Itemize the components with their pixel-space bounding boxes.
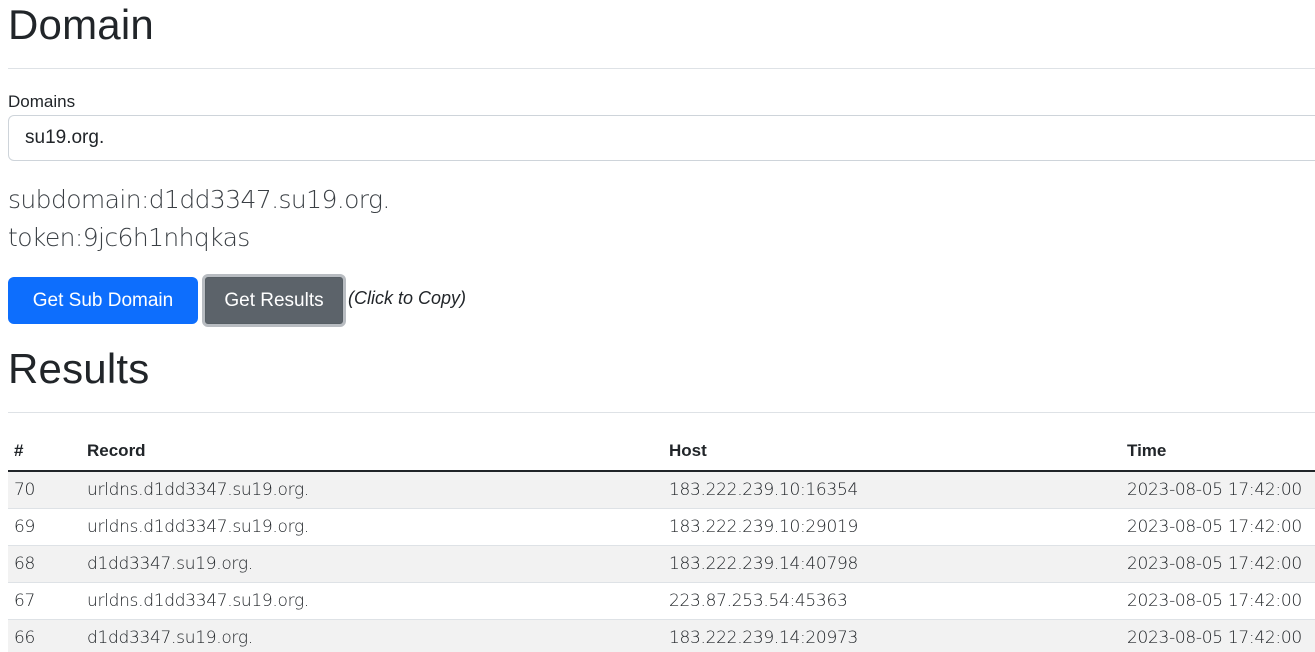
get-results-button[interactable]: Get Results xyxy=(202,274,346,327)
table-row: 66 d1dd3347.su19.org. 183.222.239.14:209… xyxy=(8,619,1315,652)
column-header-time: Time xyxy=(1121,432,1315,472)
table-row: 69 urldns.d1dd3347.su19.org. 183.222.239… xyxy=(8,508,1315,546)
cell-host: 223.87.253.54:45363 xyxy=(663,582,1121,620)
subdomain-text[interactable]: subdomain:d1dd3347.su19.org. xyxy=(8,185,390,215)
cell-host: 183.222.239.14:20973 xyxy=(663,619,1121,652)
divider xyxy=(8,68,1315,69)
click-to-copy-note: (Click to Copy) xyxy=(348,288,467,308)
cell-host: 183.222.239.10:29019 xyxy=(663,508,1121,546)
cell-time: 2023-08-05 17:42:00 xyxy=(1121,508,1315,546)
column-header-host: Host xyxy=(663,432,1121,472)
column-header-record: Record xyxy=(81,432,663,472)
cell-host: 183.222.239.14:40798 xyxy=(663,545,1121,583)
table-row: 70 urldns.d1dd3347.su19.org. 183.222.239… xyxy=(8,471,1315,509)
cell-time: 2023-08-05 17:42:00 xyxy=(1121,545,1315,583)
domains-label: Domains xyxy=(8,92,76,111)
cell-time: 2023-08-05 17:42:00 xyxy=(1121,582,1315,620)
cell-num: 66 xyxy=(8,619,81,652)
domain-title: Domain xyxy=(8,1,154,48)
domains-input[interactable] xyxy=(8,115,1315,161)
column-header-num: # xyxy=(8,432,81,472)
results-table: # Record Host Time 70 urldns.d1dd3347.su… xyxy=(8,432,1315,652)
get-sub-domain-button[interactable]: Get Sub Domain xyxy=(8,277,198,324)
cell-record: urldns.d1dd3347.su19.org. xyxy=(81,508,663,546)
token-text[interactable]: token:9jc6h1nhqkas xyxy=(8,223,250,253)
cell-time: 2023-08-05 17:42:00 xyxy=(1121,619,1315,652)
cell-time: 2023-08-05 17:42:00 xyxy=(1121,471,1315,509)
cell-record: d1dd3347.su19.org. xyxy=(81,619,663,652)
table-row: 68 d1dd3347.su19.org. 183.222.239.14:407… xyxy=(8,545,1315,583)
table-row: 67 urldns.d1dd3347.su19.org. 223.87.253.… xyxy=(8,582,1315,620)
cell-record: urldns.d1dd3347.su19.org. xyxy=(81,582,663,620)
cell-num: 68 xyxy=(8,545,81,583)
table-header-row: # Record Host Time xyxy=(8,432,1315,472)
page-container: Domain Domains subdomain:d1dd3347.su19.o… xyxy=(0,0,1315,652)
cell-host: 183.222.239.10:16354 xyxy=(663,471,1121,509)
cell-record: urldns.d1dd3347.su19.org. xyxy=(81,471,663,509)
results-title: Results xyxy=(8,345,150,392)
cell-num: 70 xyxy=(8,471,81,509)
cell-record: d1dd3347.su19.org. xyxy=(81,545,663,583)
divider xyxy=(8,412,1315,413)
cell-num: 69 xyxy=(8,508,81,546)
cell-num: 67 xyxy=(8,582,81,620)
